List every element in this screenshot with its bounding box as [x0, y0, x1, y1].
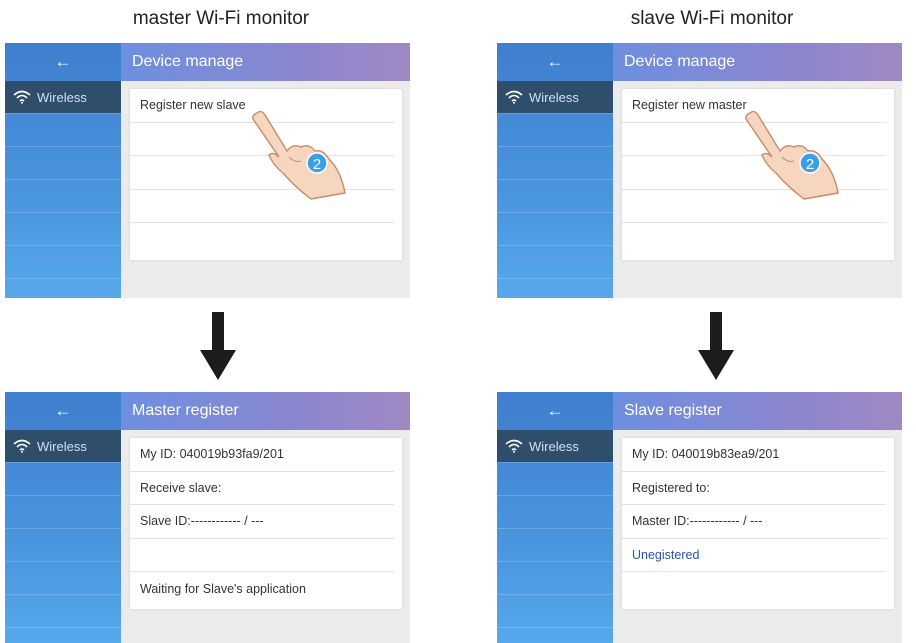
- page-title: Device manage: [121, 43, 410, 81]
- list-item: [130, 539, 394, 572]
- list-item[interactable]: [622, 223, 886, 257]
- wifi-icon: [505, 439, 523, 453]
- registration-status-text: Unegistered: [622, 539, 886, 572]
- register-new-master-item[interactable]: Register new master: [622, 89, 886, 123]
- slave-register-screen: ← Wireless Slave register My ID: 040019b…: [497, 392, 902, 643]
- down-arrow-icon: [698, 312, 734, 380]
- sidebar-item-label: Wireless: [37, 89, 87, 105]
- sidebar-item-wireless[interactable]: Wireless: [497, 430, 613, 462]
- list-item[interactable]: [130, 123, 394, 156]
- slave-column-title: slave Wi-Fi monitor: [630, 8, 794, 29]
- wifi-icon: [505, 90, 523, 104]
- list-item[interactable]: [622, 123, 886, 156]
- registered-to-text: Registered to:: [622, 472, 886, 505]
- page-title: Slave register: [613, 392, 902, 430]
- master-column-title: master Wi-Fi monitor: [132, 8, 310, 29]
- sidebar-item-wireless[interactable]: Wireless: [5, 81, 121, 113]
- register-info-panel: My ID: 040019b83ea9/201 Registered to: M…: [622, 438, 894, 609]
- list-item[interactable]: [622, 156, 886, 190]
- wifi-icon: [13, 90, 31, 104]
- list-item[interactable]: [130, 156, 394, 190]
- sidebar-item-label: Wireless: [529, 438, 579, 454]
- register-info-panel: My ID: 040019b93fa9/201 Receive slave: S…: [130, 438, 402, 609]
- register-new-slave-item[interactable]: Register new slave: [130, 89, 394, 123]
- my-id-text: My ID: 040019b93fa9/201: [130, 438, 394, 472]
- options-list: Register new master: [622, 89, 894, 260]
- list-item[interactable]: [622, 190, 886, 223]
- sidebar-item-wireless[interactable]: Wireless: [5, 430, 121, 462]
- my-id-text: My ID: 040019b83ea9/201: [622, 438, 886, 472]
- back-button[interactable]: ←: [5, 392, 121, 430]
- page-title: Master register: [121, 392, 410, 430]
- list-item[interactable]: [130, 190, 394, 223]
- master-device-manage-screen: ← Wireless Device manage Register new sl…: [5, 43, 410, 298]
- back-button[interactable]: ←: [5, 43, 121, 81]
- list-item: [622, 572, 886, 606]
- back-button[interactable]: ←: [497, 392, 613, 430]
- back-button[interactable]: ←: [497, 43, 613, 81]
- master-register-screen: ← Wireless Master register My ID: 040019…: [5, 392, 410, 643]
- slave-device-manage-screen: ← Wireless Device manage Register new ma…: [497, 43, 902, 298]
- master-id-text: Master ID:------------ / ---: [622, 505, 886, 539]
- wifi-icon: [13, 439, 31, 453]
- receive-slave-text: Receive slave:: [130, 472, 394, 505]
- options-list: Register new slave: [130, 89, 402, 260]
- sidebar-item-label: Wireless: [529, 89, 579, 105]
- down-arrow-icon: [200, 312, 236, 380]
- slave-id-text: Slave ID:------------ / ---: [130, 505, 394, 539]
- page-title: Device manage: [613, 43, 902, 81]
- sidebar-item-wireless[interactable]: Wireless: [497, 81, 613, 113]
- waiting-status-text: Waiting for Slave's application: [140, 581, 306, 596]
- list-item[interactable]: [130, 223, 394, 257]
- sidebar-item-label: Wireless: [37, 438, 87, 454]
